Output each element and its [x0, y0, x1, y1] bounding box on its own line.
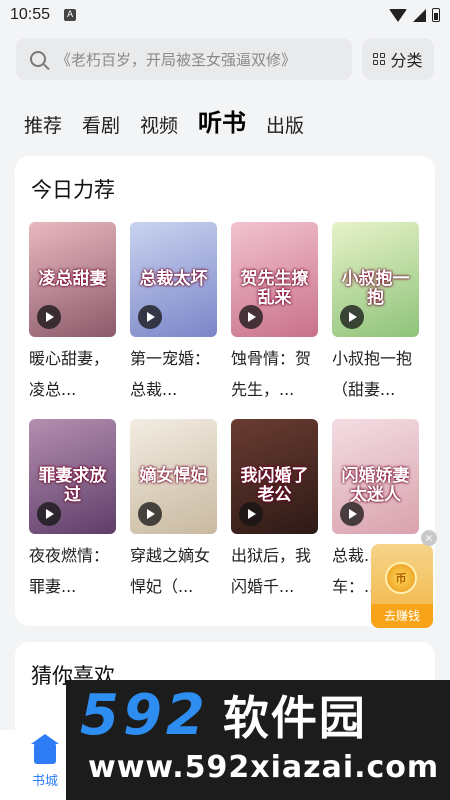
- watermark-banner: 592 软件园 www.592xiazai.com: [66, 680, 450, 800]
- earn-money-label: 去赚钱: [371, 604, 433, 628]
- play-icon[interactable]: [340, 502, 364, 526]
- search-input[interactable]: 《老朽百岁，开局被圣女强逼双修》: [16, 38, 352, 80]
- book-item[interactable]: 罪妻求放过夜夜燃情：罪妻...: [29, 419, 116, 602]
- close-icon[interactable]: ×: [421, 530, 437, 546]
- book-cover[interactable]: 嫡女悍妃: [130, 419, 217, 534]
- category-tabs: 推荐 看剧 视频 听书 出版: [0, 80, 450, 138]
- status-bar: 10:55 A: [0, 0, 450, 30]
- book-item[interactable]: 我闪婚了老公出狱后，我闪婚千...: [231, 419, 318, 602]
- book-cover-text: 罪妻求放过: [38, 466, 107, 506]
- watermark-logo: 592 软件园: [66, 680, 450, 750]
- book-cover[interactable]: 小叔抱一抱: [332, 222, 419, 337]
- book-cover-text: 贺先生撩乱来: [240, 269, 309, 309]
- book-cover-text: 闪婚娇妻太迷人: [341, 466, 410, 506]
- battery-icon: [432, 8, 440, 22]
- coin-icon: 币: [385, 562, 417, 594]
- play-icon[interactable]: [239, 305, 263, 329]
- notification-icon: A: [64, 9, 77, 21]
- book-cover[interactable]: 凌总甜妻: [29, 222, 116, 337]
- search-icon: [30, 51, 46, 67]
- book-item[interactable]: 凌总甜妻暖心甜妻，凌总...: [29, 222, 116, 405]
- book-cover[interactable]: 贺先生撩乱来: [231, 222, 318, 337]
- book-cover-text: 凌总甜妻: [38, 269, 107, 290]
- watermark-url: www.592xiazai.com: [88, 750, 440, 785]
- book-cover[interactable]: 罪妻求放过: [29, 419, 116, 534]
- play-icon[interactable]: [138, 305, 162, 329]
- book-cover[interactable]: 闪婚娇妻太迷人: [332, 419, 419, 534]
- watermark-number: 592: [80, 682, 209, 748]
- classify-button[interactable]: 分类: [362, 38, 434, 80]
- tab-drama[interactable]: 看剧: [82, 111, 120, 138]
- book-title[interactable]: 出狱后，我闪婚千...: [231, 540, 318, 602]
- status-time: 10:55: [10, 6, 51, 23]
- classify-label: 分类: [390, 51, 423, 70]
- book-grid: 凌总甜妻 暖心甜妻，凌总... 总裁太坏 第一宠婚：总裁... 贺先生撩乱来 蚀骨情：贺先…: [29, 222, 421, 602]
- play-icon[interactable]: [340, 305, 364, 329]
- book-item[interactable]: 贺先生撩乱来蚀骨情：贺先生，...: [231, 222, 318, 405]
- book-cover[interactable]: 我闪婚了老公: [231, 419, 318, 534]
- earn-money-badge[interactable]: 币 去赚钱 ×: [371, 530, 437, 628]
- play-icon[interactable]: [239, 502, 263, 526]
- nav-bookstore[interactable]: 书城: [22, 734, 68, 789]
- recommend-title: 今日力荐: [31, 178, 115, 202]
- book-cover-text: 我闪婚了老公: [240, 466, 309, 506]
- book-item[interactable]: 嫡女悍妃穿越之嫡女悍妃（...: [130, 419, 217, 602]
- book-title[interactable]: 穿越之嫡女悍妃（...: [130, 540, 217, 602]
- book-title[interactable]: 第一宠婚：总裁...: [130, 343, 217, 405]
- book-cover-text: 总裁太坏: [139, 269, 208, 290]
- book-item[interactable]: 小叔抱一抱小叔抱一抱（甜妻...: [332, 222, 419, 405]
- home-icon: [31, 734, 59, 764]
- tab-publish[interactable]: 出版: [266, 111, 304, 138]
- grid-icon: [373, 53, 386, 65]
- book-cover-text: 嫡女悍妃: [139, 466, 208, 487]
- search-placeholder: 《老朽百岁，开局被圣女强逼双修》: [56, 50, 297, 69]
- book-title[interactable]: 夜夜燃情：罪妻...: [29, 540, 116, 602]
- tab-audiobook[interactable]: 听书: [198, 103, 246, 138]
- earn-money-body[interactable]: 币 去赚钱: [371, 544, 433, 628]
- book-cover-text: 小叔抱一抱: [341, 269, 410, 309]
- status-indicators: [389, 8, 440, 22]
- signal-icon: [413, 8, 426, 22]
- nav-bookstore-label: 书城: [31, 774, 58, 789]
- book-title[interactable]: 暖心甜妻，凌总...: [29, 343, 116, 405]
- play-icon[interactable]: [138, 502, 162, 526]
- watermark-brand: 软件园: [222, 691, 367, 745]
- book-cover[interactable]: 总裁太坏: [130, 222, 217, 337]
- play-icon[interactable]: [37, 502, 61, 526]
- book-title[interactable]: 蚀骨情：贺先生，...: [231, 343, 318, 405]
- search-row: 《老朽百岁，开局被圣女强逼双修》 分类: [0, 30, 450, 80]
- book-item[interactable]: 总裁太坏第一宠婚：总裁...: [130, 222, 217, 405]
- tab-recommend[interactable]: 推荐: [24, 111, 62, 138]
- play-icon[interactable]: [37, 305, 61, 329]
- wifi-icon: [389, 8, 407, 22]
- book-title[interactable]: 小叔抱一抱（甜妻...: [332, 343, 419, 405]
- tab-video[interactable]: 视频: [140, 111, 178, 138]
